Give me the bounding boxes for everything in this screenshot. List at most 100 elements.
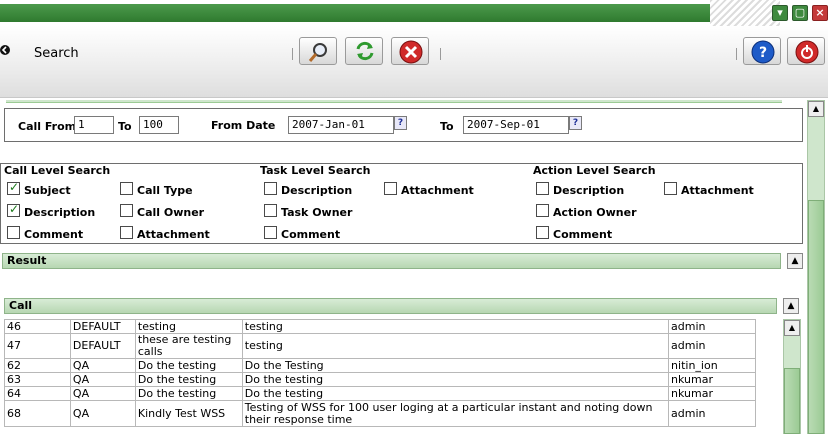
call-description-cell: testing — [241, 319, 670, 334]
power-icon — [795, 40, 819, 64]
task-description-checkbox[interactable] — [264, 182, 277, 195]
result-section-bar: Result — [2, 253, 781, 269]
header-divider — [6, 100, 782, 103]
call-section-bar: Call — [4, 298, 777, 314]
call-id-cell: 68 — [4, 400, 71, 427]
page-title: Search — [34, 46, 79, 61]
task-owner-label: Task Owner — [281, 206, 353, 219]
call-attachment-label: Attachment — [137, 228, 210, 241]
svg-text:?: ? — [759, 45, 767, 61]
refresh-button[interactable] — [345, 37, 383, 65]
call-owner-cell: nkumar — [668, 386, 756, 401]
call-owner-checkbox[interactable] — [120, 204, 133, 217]
call-type-label: Call Type — [137, 184, 193, 197]
action-attachment-checkbox[interactable] — [664, 182, 677, 195]
help-icon: ? — [751, 40, 775, 64]
action-description-checkbox[interactable] — [536, 182, 549, 195]
table-scrollbar-thumb[interactable] — [784, 368, 800, 434]
action-owner-checkbox[interactable] — [536, 204, 549, 217]
task-attachment-checkbox[interactable] — [384, 182, 397, 195]
table-row[interactable]: 47 DEFAULT these are testing calls testing a… — [4, 333, 756, 359]
call-owner-cell: nkumar — [668, 372, 756, 387]
maximize-icon[interactable]: ▢ — [792, 5, 808, 21]
action-attachment-label: Attachment — [681, 184, 754, 197]
cancel-x-icon — [399, 40, 423, 64]
call-owner-label: Call Owner — [137, 206, 205, 219]
call-description-cell: Do the Testing — [241, 358, 670, 373]
magnifier-icon — [308, 43, 327, 62]
call-comment-label: Comment — [24, 228, 84, 241]
action-description-label: Description — [553, 184, 625, 197]
call-level-heading: Call Level Search — [4, 164, 111, 177]
table-row[interactable]: 46 DEFAULT testing testing admin — [4, 319, 756, 334]
action-owner-label: Action Owner — [553, 206, 637, 219]
action-comment-checkbox[interactable] — [536, 226, 549, 239]
search-button[interactable] — [299, 37, 337, 65]
call-collapse-icon[interactable]: ▲ — [783, 298, 799, 314]
call-subject-label: Subject — [24, 184, 71, 197]
call-type-cell: QA — [69, 386, 136, 401]
title-bar-texture — [710, 0, 780, 26]
task-description-label: Description — [281, 184, 353, 197]
cancel-button[interactable] — [391, 37, 429, 65]
table-row[interactable]: 62 QA Do the testing Do the Testing nitin_io… — [4, 358, 756, 373]
call-owner-cell: admin — [668, 400, 756, 427]
call-description-label: Description — [24, 206, 96, 219]
close-window-icon[interactable]: × — [812, 5, 828, 21]
task-level-heading: Task Level Search — [260, 164, 371, 177]
table-row[interactable]: 63 QA Do the testing Do the testing nkumar — [4, 372, 756, 387]
table-scroll-up-icon[interactable]: ▲ — [784, 320, 800, 336]
call-type-cell: DEFAULT — [69, 319, 136, 334]
exit-button[interactable] — [787, 37, 825, 65]
to-date-input[interactable]: 2007-Sep-01 — [463, 116, 569, 134]
table-row[interactable]: 64 QA Do the testing Do the testing nkumar — [4, 386, 756, 401]
refresh-icon — [356, 41, 374, 61]
call-type-cell: DEFAULT — [69, 333, 136, 359]
call-type-cell: QA — [69, 400, 136, 427]
call-description-cell: Do the testing — [241, 372, 670, 387]
table-row[interactable]: 68 QA Kindly Test WSS Testing of WSS for 10… — [4, 400, 756, 427]
to-date-label: To — [440, 120, 454, 133]
call-id-cell: 62 — [4, 358, 71, 373]
call-subject-cell: Kindly Test WSS — [134, 400, 243, 427]
call-owner-cell: admin — [668, 319, 756, 334]
task-comment-label: Comment — [281, 228, 341, 241]
result-collapse-icon[interactable]: ▲ — [787, 253, 803, 269]
call-comment-checkbox[interactable] — [7, 226, 20, 239]
toolbar-separator — [292, 48, 293, 60]
to-date-picker-icon[interactable]: ? — [569, 116, 582, 130]
from-date-picker-icon[interactable]: ? — [394, 116, 407, 130]
results-table: 46 DEFAULT testing testing admin 47 DEFAULT the… — [4, 319, 756, 427]
call-type-cell: QA — [69, 358, 136, 373]
title-bar-fill — [0, 4, 740, 22]
call-to-input[interactable]: 100 — [139, 116, 179, 134]
toolbar: Search ? — [0, 26, 828, 98]
call-description-checkbox[interactable] — [7, 202, 20, 217]
from-date-input[interactable]: 2007-Jan-01 — [288, 116, 394, 134]
call-id-cell: 63 — [4, 372, 71, 387]
action-level-heading: Action Level Search — [533, 164, 656, 177]
scroll-up-icon[interactable]: ▲ — [808, 101, 824, 117]
task-attachment-label: Attachment — [401, 184, 474, 197]
call-owner-cell: nitin_ion — [668, 358, 756, 373]
call-from-label: Call From — [18, 120, 77, 133]
minimize-icon[interactable]: ▾ — [772, 5, 788, 21]
call-description-cell: Testing of WSS for 100 user loging at a … — [241, 400, 670, 427]
back-arrow-icon[interactable] — [0, 44, 10, 56]
task-owner-checkbox[interactable] — [264, 204, 277, 217]
from-date-label: From Date — [211, 119, 276, 132]
main-scrollbar-thumb[interactable] — [808, 200, 824, 434]
window-title-bar: ▾ ▢ × — [0, 0, 828, 26]
call-id-cell: 46 — [4, 319, 71, 334]
call-subject-cell: testing — [134, 319, 243, 334]
task-comment-checkbox[interactable] — [264, 226, 277, 239]
call-subject-cell: Do the testing — [134, 372, 243, 387]
call-description-cell: Do the testing — [241, 386, 670, 401]
call-from-input[interactable]: 1 — [74, 116, 114, 134]
call-id-cell: 47 — [4, 333, 71, 359]
toolbar-separator — [440, 48, 441, 60]
call-attachment-checkbox[interactable] — [120, 226, 133, 239]
help-button[interactable]: ? — [743, 37, 781, 65]
call-subject-checkbox[interactable] — [7, 180, 20, 195]
call-type-checkbox[interactable] — [120, 182, 133, 195]
